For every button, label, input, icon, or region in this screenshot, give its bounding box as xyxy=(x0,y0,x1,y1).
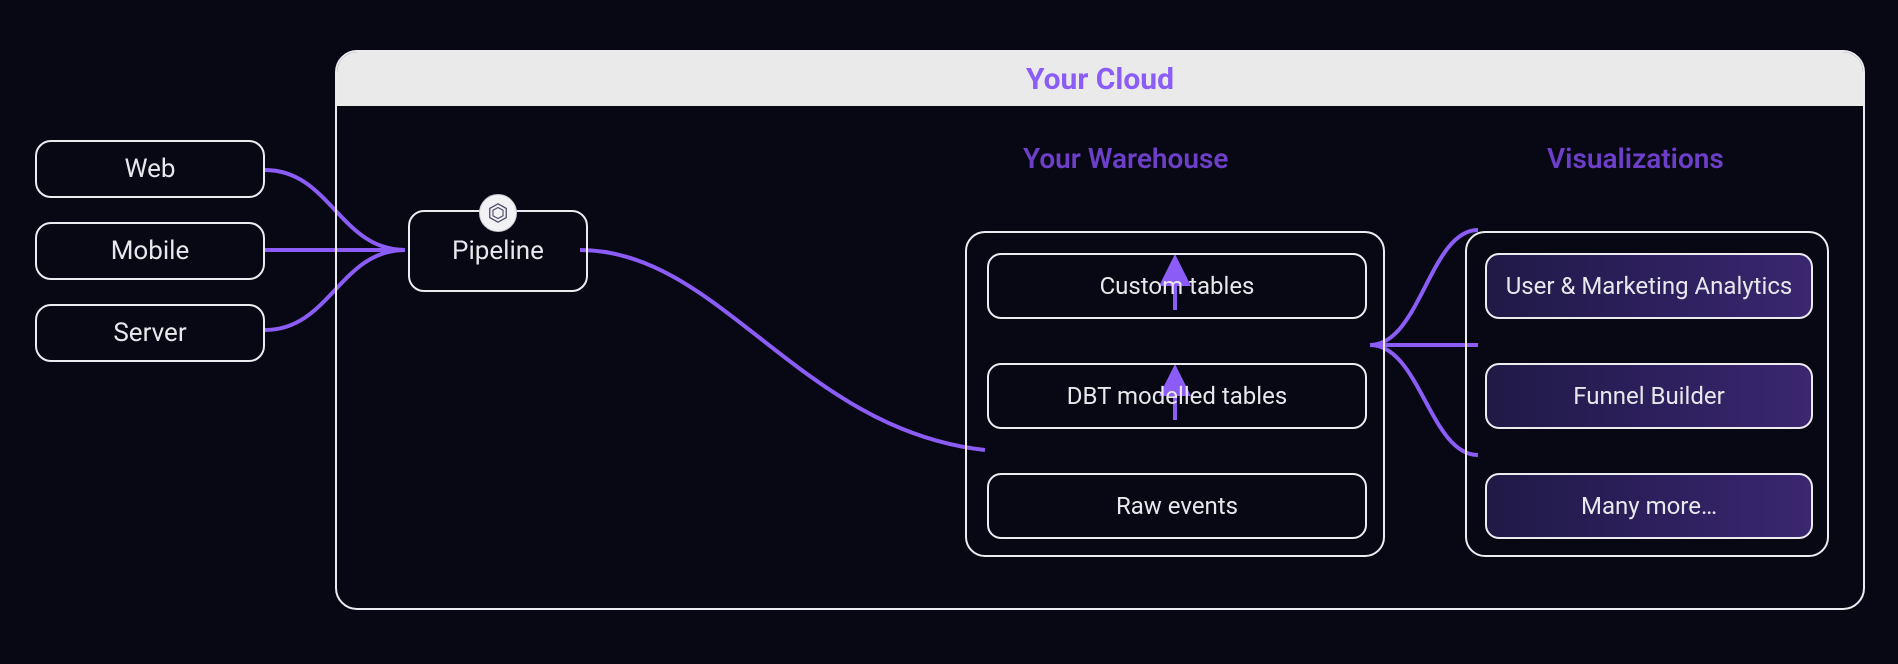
cloud-title: Your Cloud xyxy=(1026,62,1174,97)
raw-events-label: Raw events xyxy=(1116,492,1238,520)
visualizations-section-title: Visualizations xyxy=(1547,142,1724,175)
source-server-label: Server xyxy=(113,318,186,348)
warehouse-container: Custom tables DBT modelled tables Raw ev… xyxy=(965,231,1385,557)
warehouse-dbt-tables: DBT modelled tables xyxy=(987,363,1367,429)
viz-analytics-label: User & Marketing Analytics xyxy=(1506,272,1793,300)
viz-item-funnel: Funnel Builder xyxy=(1485,363,1813,429)
dbt-tables-label: DBT modelled tables xyxy=(1067,382,1287,410)
diagram-stage: Web Mobile Server Your Cloud Pipeline Yo… xyxy=(0,0,1898,664)
warehouse-custom-tables: Custom tables xyxy=(987,253,1367,319)
viz-funnel-label: Funnel Builder xyxy=(1573,382,1725,410)
source-mobile-label: Mobile xyxy=(111,236,190,266)
visualizations-container: User & Marketing Analytics Funnel Builde… xyxy=(1465,231,1829,557)
pipeline-hex-icon xyxy=(479,194,517,232)
warehouse-raw-events: Raw events xyxy=(987,473,1367,539)
pipeline-node: Pipeline xyxy=(408,210,588,292)
cloud-container: Your Cloud Pipeline Your Warehouse Custo… xyxy=(335,50,1865,610)
custom-tables-label: Custom tables xyxy=(1100,272,1255,300)
viz-item-more: Many more… xyxy=(1485,473,1813,539)
source-node-web: Web xyxy=(35,140,265,198)
source-node-mobile: Mobile xyxy=(35,222,265,280)
viz-more-label: Many more… xyxy=(1581,492,1717,520)
cloud-header: Your Cloud xyxy=(337,52,1863,106)
source-node-server: Server xyxy=(35,304,265,362)
pipeline-label: Pipeline xyxy=(452,236,544,266)
warehouse-section-title: Your Warehouse xyxy=(1023,142,1228,175)
viz-item-analytics: User & Marketing Analytics xyxy=(1485,253,1813,319)
source-web-label: Web xyxy=(124,154,175,184)
